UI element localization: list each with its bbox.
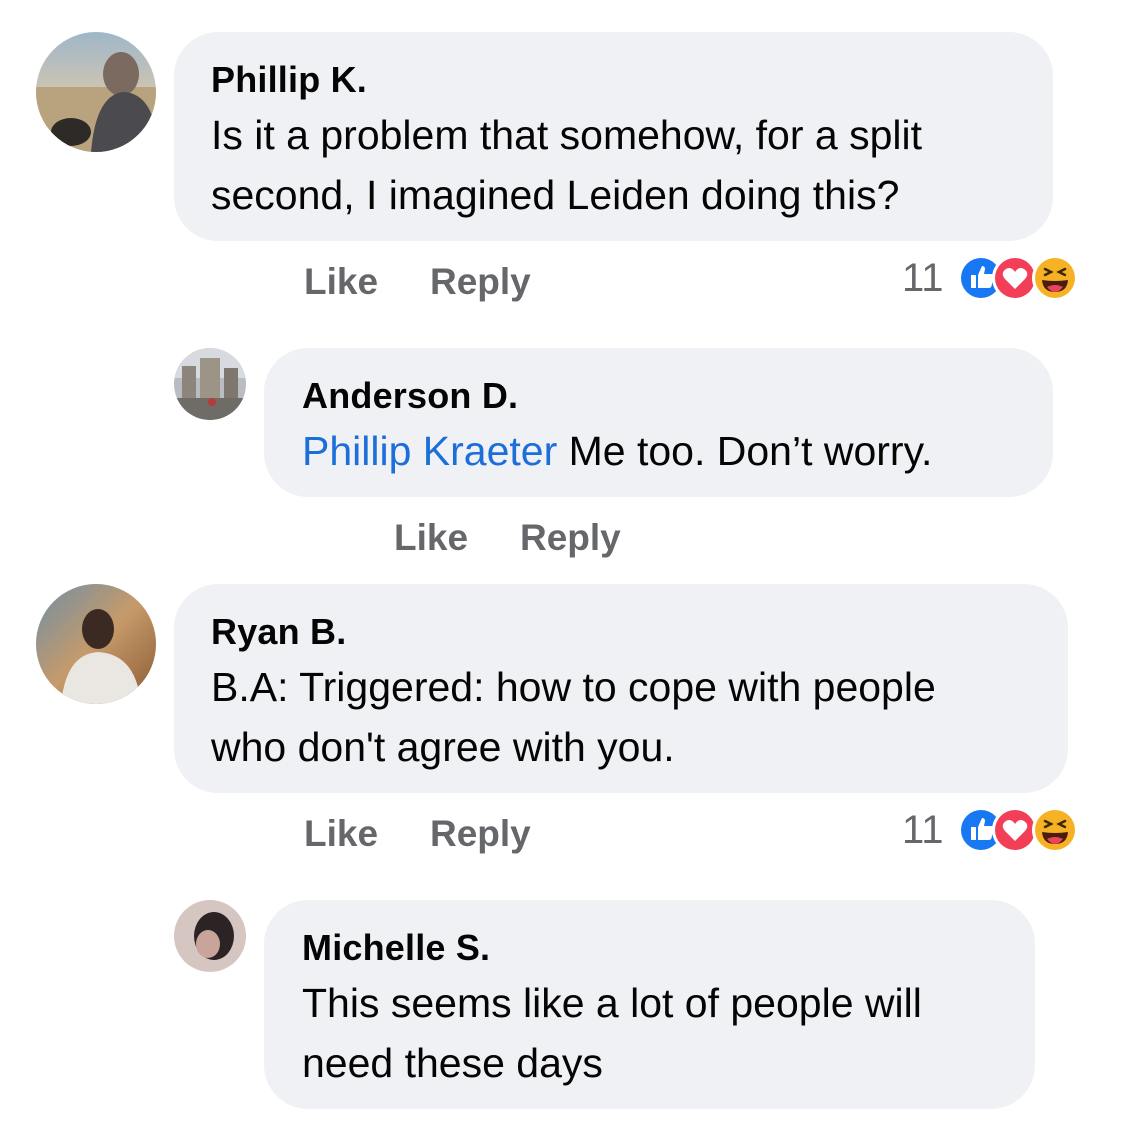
comment-text-line: This seems like a lot of people will [302, 980, 922, 1026]
reaction-icons[interactable] [955, 805, 1105, 855]
comment-author[interactable]: Anderson D. [302, 375, 518, 417]
comment-text-line: second, I imagined Leiden doing this? [211, 172, 900, 218]
haha-icon [1032, 255, 1078, 301]
like-button[interactable]: Like [304, 261, 378, 303]
haha-icon [1032, 807, 1078, 853]
avatar-ryan[interactable] [36, 584, 156, 704]
comment-text-line: Is it a problem that somehow, for a spli… [211, 112, 922, 158]
avatar-michelle[interactable] [174, 900, 246, 972]
comment-text-line: Phillip Kraeter Me too. Don’t worry. [302, 421, 932, 481]
comment-text-line: B.A: Triggered: how to cope with people [211, 664, 936, 710]
like-button[interactable]: Like [394, 517, 468, 559]
comment-author[interactable]: Michelle S. [302, 927, 490, 969]
reply-button[interactable]: Reply [430, 261, 531, 303]
comment-author[interactable]: Phillip K. [211, 59, 367, 101]
comment-author[interactable]: Ryan B. [211, 611, 346, 653]
comment-text: Me too. Don’t worry. [557, 428, 933, 474]
reaction-count[interactable]: 11 [902, 808, 944, 853]
avatar-phillip[interactable] [36, 32, 156, 152]
comment-text-line: who don't agree with you. [211, 724, 675, 770]
avatar-anderson[interactable] [174, 348, 246, 420]
like-button[interactable]: Like [304, 813, 378, 855]
love-icon [992, 807, 1038, 853]
reply-button[interactable]: Reply [520, 517, 621, 559]
love-icon [992, 255, 1038, 301]
mention-link[interactable]: Phillip Kraeter [302, 428, 557, 474]
reaction-count[interactable]: 11 [902, 256, 944, 301]
comment-text-line: need these days [302, 1040, 603, 1086]
reaction-icons[interactable] [955, 253, 1105, 303]
reply-button[interactable]: Reply [430, 813, 531, 855]
